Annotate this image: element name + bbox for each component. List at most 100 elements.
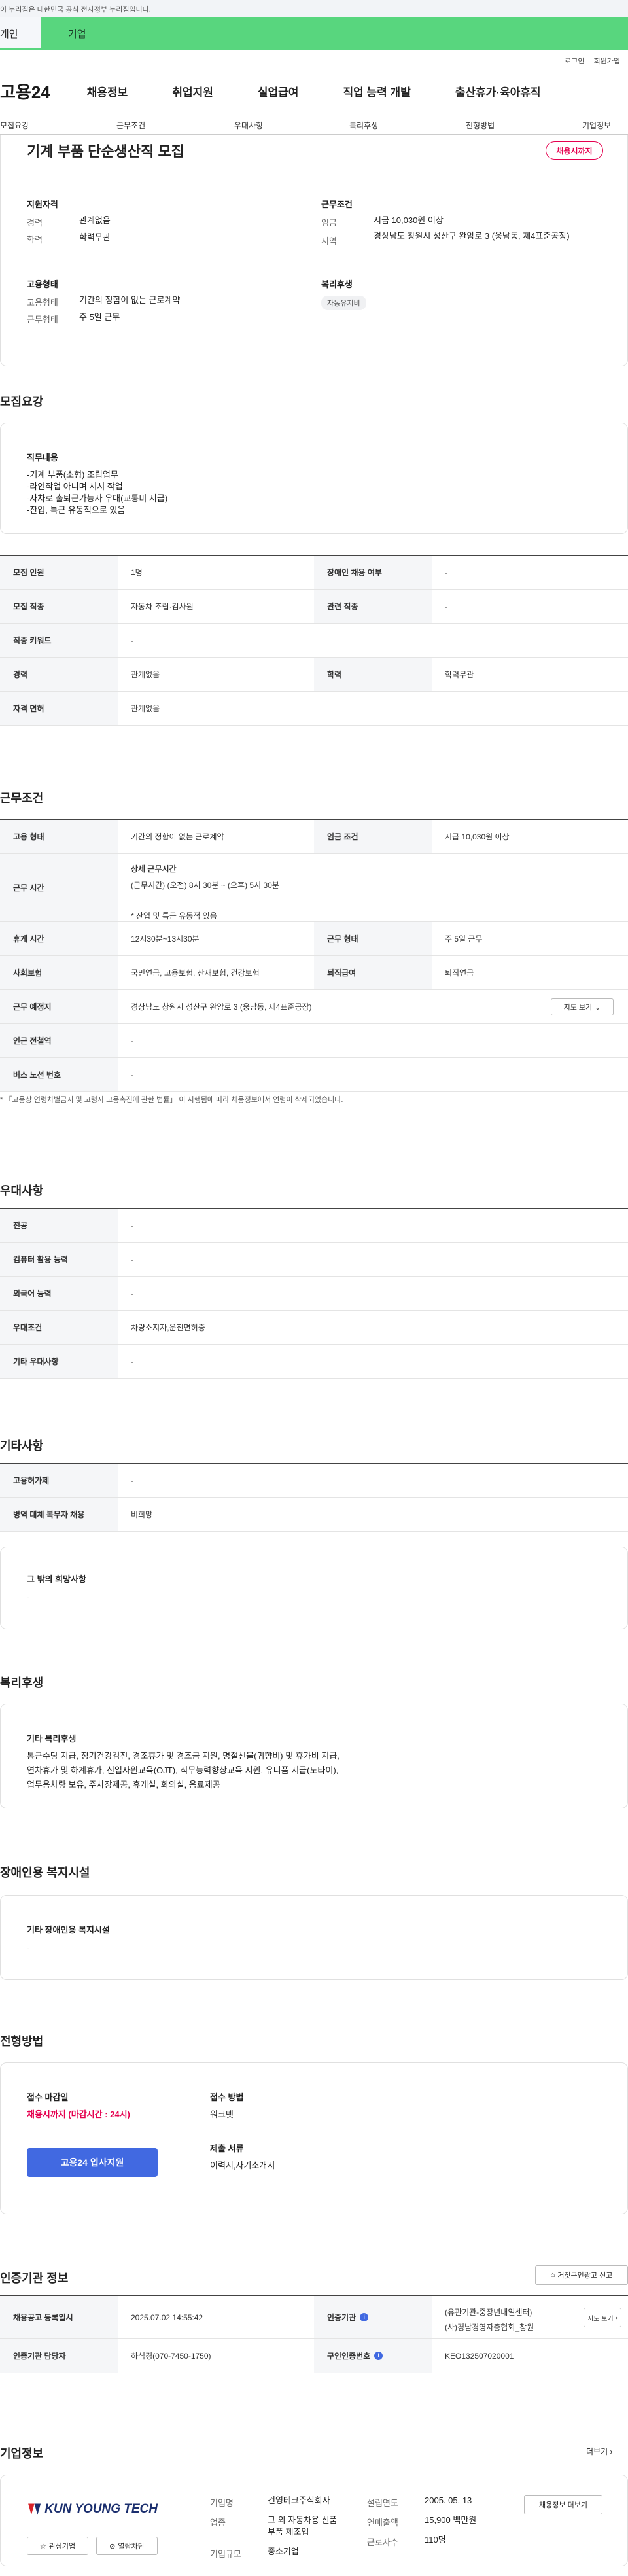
th: 임금 조건 — [314, 820, 432, 853]
disab-value: - — [27, 1943, 30, 1953]
jobs-more-button[interactable]: 채용정보 더보기 — [524, 2495, 602, 2514]
th: 사회보험 — [0, 956, 118, 989]
emp-label: 근로자수 — [367, 2537, 398, 2547]
deadline-label: 접수 마감일 — [27, 2092, 69, 2102]
anchor-company[interactable]: 기업정보 — [582, 120, 611, 131]
table-row: 외국어 능력 - — [0, 1277, 628, 1311]
company-logo-text: KUN YOUNG TECH — [44, 2502, 158, 2516]
table-row: 고용 형태 기간의 정함이 없는 근로계약 임금 조건 시급 10,030원 이상 — [0, 820, 628, 854]
td: - — [131, 1254, 133, 1264]
td: - — [131, 635, 133, 645]
anchor-preference[interactable]: 우대사항 — [234, 120, 263, 131]
td: 관계없음 — [131, 704, 160, 713]
util-bar: 로그인 회원가입 — [0, 50, 628, 69]
anchor-welfare[interactable]: 복리후생 — [349, 120, 378, 131]
block-icon: ⊘ — [109, 2542, 116, 2550]
year-value: 2005. 05. 13 — [425, 2496, 472, 2505]
emp-type-value: 기간의 정함이 없는 근로계약 — [79, 295, 181, 305]
td: 상세 근무시간 (근무시간) (오전) 8시 30분 ~ (오후) 5시 30분… — [118, 854, 628, 921]
th: 근무 시간 — [0, 854, 118, 921]
th: 근무 예정지 — [0, 990, 118, 1023]
table-row: 기타 우대사항 - — [0, 1345, 628, 1379]
block-button[interactable]: ⊘ 열람차단 — [96, 2537, 158, 2555]
status-badge: 채용시까지 — [546, 141, 603, 160]
emp-type-label: 고용형태 — [27, 298, 58, 308]
duty-title: 직무내용 — [27, 453, 58, 463]
org-label: 인증기관 — [327, 2313, 357, 2322]
duty-line: -자차로 출퇴근가능자 우대(교통비 지급) — [27, 493, 168, 503]
nav-leave[interactable]: 출산휴가·육아휴직 — [455, 83, 541, 99]
th: 기타 우대사항 — [0, 1345, 118, 1378]
table-row: 우대조건 차량소지자,운전면허증 — [0, 1311, 628, 1345]
table-row: 휴게 시간 12시30분~13시30분 근무 형태 주 5일 근무 — [0, 922, 628, 956]
th: 컴퓨터 활용 능력 — [0, 1243, 118, 1276]
nav-unemployment[interactable]: 실업급여 — [258, 83, 299, 99]
fav-button[interactable]: ☆ 관심기업 — [27, 2537, 88, 2555]
anchor-recruit[interactable]: 모집요강 — [0, 120, 29, 131]
td: 관계없음 — [131, 670, 160, 679]
nav-employment-support[interactable]: 취업지원 — [172, 83, 213, 99]
recruit-section-title: 모집요강 — [0, 395, 44, 408]
table-row: 직종 키워드 - — [0, 624, 628, 658]
biz-label: 업종 — [210, 2518, 226, 2528]
company-more-link[interactable]: 더보기 › — [586, 2446, 612, 2457]
welfare-tag: 자동유지비 — [321, 296, 366, 310]
login-link[interactable]: 로그인 — [565, 58, 584, 65]
report-button[interactable]: ⌂ 거짓구인광고 신고 — [535, 2265, 628, 2285]
th: 고용 형태 — [0, 820, 118, 853]
th: 인증기관 i — [314, 2296, 432, 2338]
method-value: 워크넷 — [210, 2109, 234, 2119]
td: (유관기관-중장년내일센터) (사)경남경영자총협회_창원 지도 보기 › — [432, 2296, 628, 2338]
nav-jobs[interactable]: 채용정보 — [87, 83, 128, 99]
th: 우대조건 — [0, 1311, 118, 1344]
welfare-section-title: 복리후생 — [0, 1676, 44, 1689]
welfare-title: 복리후생 — [321, 279, 353, 289]
info-icon[interactable]: i — [360, 2313, 369, 2321]
no-label: 구인인증번호 — [327, 2352, 371, 2361]
qual-title: 지원자격 — [27, 200, 58, 209]
anchor-process[interactable]: 전형방법 — [466, 120, 495, 131]
work-section-title: 근무조건 — [0, 792, 44, 805]
block-label: 열람차단 — [118, 2543, 145, 2550]
pref-section-title: 우대사항 — [0, 1184, 44, 1197]
td: 학력무관 — [445, 670, 474, 679]
td: 1명 — [131, 568, 143, 577]
th: 장애인 채용 여부 — [314, 556, 432, 589]
edu-value: 학력무관 — [79, 232, 111, 242]
logo[interactable]: 고용24 — [0, 79, 50, 103]
chevron-down-icon: ⌄ — [595, 1003, 601, 1012]
th: 근무 형태 — [314, 922, 432, 955]
table-row: 모집 직종 자동차 조립·검사원 관련 직종 - — [0, 590, 628, 624]
apply-button[interactable]: 고용24 입사지원 — [27, 2148, 158, 2177]
disab-sub: 기타 장애인용 복지시설 — [27, 1925, 110, 1935]
th: 인증기관 담당자 — [0, 2339, 118, 2373]
tab-personal[interactable]: 개인 — [0, 17, 41, 50]
map-button-label: 지도 보기 — [563, 1004, 593, 1012]
job-title: 기계 부품 단순생산직 모집 — [27, 143, 184, 160]
th: 채용공고 등록일시 — [0, 2296, 118, 2338]
section-anchor-tabs: 모집요강 근무조건 우대사항 복리후생 전형방법 기업정보 — [0, 113, 628, 135]
size-label: 기업규모 — [210, 2549, 241, 2559]
work-type-label: 근무형태 — [27, 315, 58, 325]
table-row: 컴퓨터 활용 능력 - — [0, 1243, 628, 1277]
th: 구인인증번호 i — [314, 2339, 432, 2373]
anchor-conditions[interactable]: 근무조건 — [116, 120, 145, 131]
summary-card: 기계 부품 단순생산직 모집 채용시까지 지원자격 경력 관계없음 학력 학력무… — [0, 135, 628, 366]
td: 자동차 조립·검사원 — [131, 602, 194, 611]
cert-map-button[interactable]: 지도 보기 › — [584, 2308, 621, 2327]
etc-section-title: 기타사항 — [0, 1439, 44, 1453]
td: 퇴직연금 — [445, 968, 474, 978]
table-row: 병역 대체 복무자 채용 비희망 — [0, 1498, 628, 1532]
info-icon[interactable]: i — [374, 2352, 383, 2360]
th: 버스 노선 번호 — [0, 1058, 118, 1091]
duty-box: 직무내용 -기계 부품(소형) 조립업무 -라인작업 아니며 서서 작업 -자차… — [0, 423, 628, 534]
signup-link[interactable]: 회원가입 — [594, 58, 620, 65]
welfare-box: 기타 복리후생 통근수당 지급, 정기건강검진, 경조휴가 및 경조금 지원, … — [0, 1704, 628, 1808]
map-button[interactable]: 지도 보기 ⌄ — [551, 998, 614, 1015]
nav-training[interactable]: 직업 능력 개발 — [343, 83, 410, 99]
td: 비희망 — [131, 1510, 153, 1519]
sales-label: 연매출액 — [367, 2518, 398, 2528]
work-type-value: 주 5일 근무 — [79, 312, 120, 322]
age-notice: * 「고용상 연령차별금지 및 고령자 고용촉진에 관한 법률」 이 시행됨에 … — [0, 1096, 343, 1104]
tab-company[interactable]: 기업 — [41, 17, 628, 50]
